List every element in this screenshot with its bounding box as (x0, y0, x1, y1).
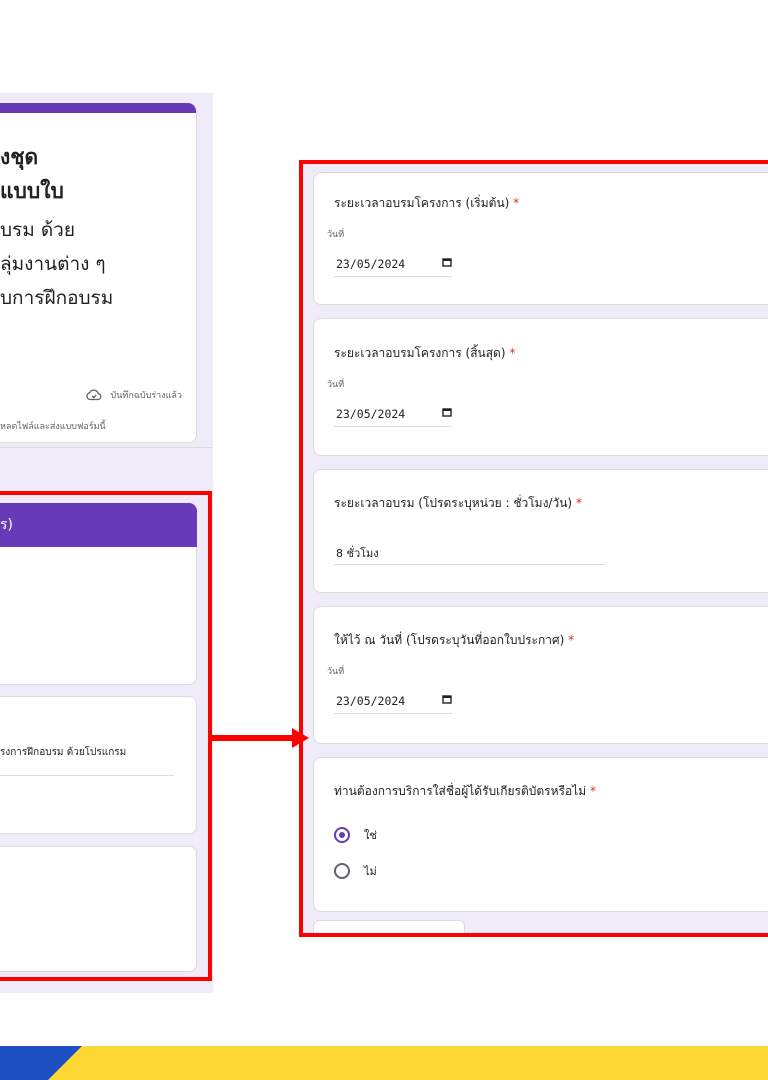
footer-band (0, 1046, 768, 1080)
form-title-line-1: งชุด (0, 145, 39, 169)
divider (0, 447, 213, 448)
draft-saved-label: บันทึกฉบับร่างแล้ว (110, 391, 182, 401)
highlight-box-left (0, 491, 212, 981)
form-title-card: งชุด แบบใบ บรม ด้วย ลุ่มงานต่าง ๆ บการฝึ… (0, 103, 197, 443)
form-title-line-4: ลุ่มงานต่าง ๆ (0, 253, 106, 275)
upload-notice: หลดไฟล์และส่งแบบฟอร์มนี้ (0, 422, 106, 432)
form-title-line-3: บรม ด้วย (0, 219, 75, 241)
cloud-check-icon (85, 389, 101, 401)
draft-saved-status: บันทึกฉบับร่างแล้ว (85, 386, 182, 404)
form-title-line-5: บการฝึกอบรม (0, 287, 114, 309)
highlight-box-right (299, 160, 768, 937)
arrow-right-icon (212, 728, 309, 748)
form-title-line-2: แบบใบ (0, 179, 64, 203)
